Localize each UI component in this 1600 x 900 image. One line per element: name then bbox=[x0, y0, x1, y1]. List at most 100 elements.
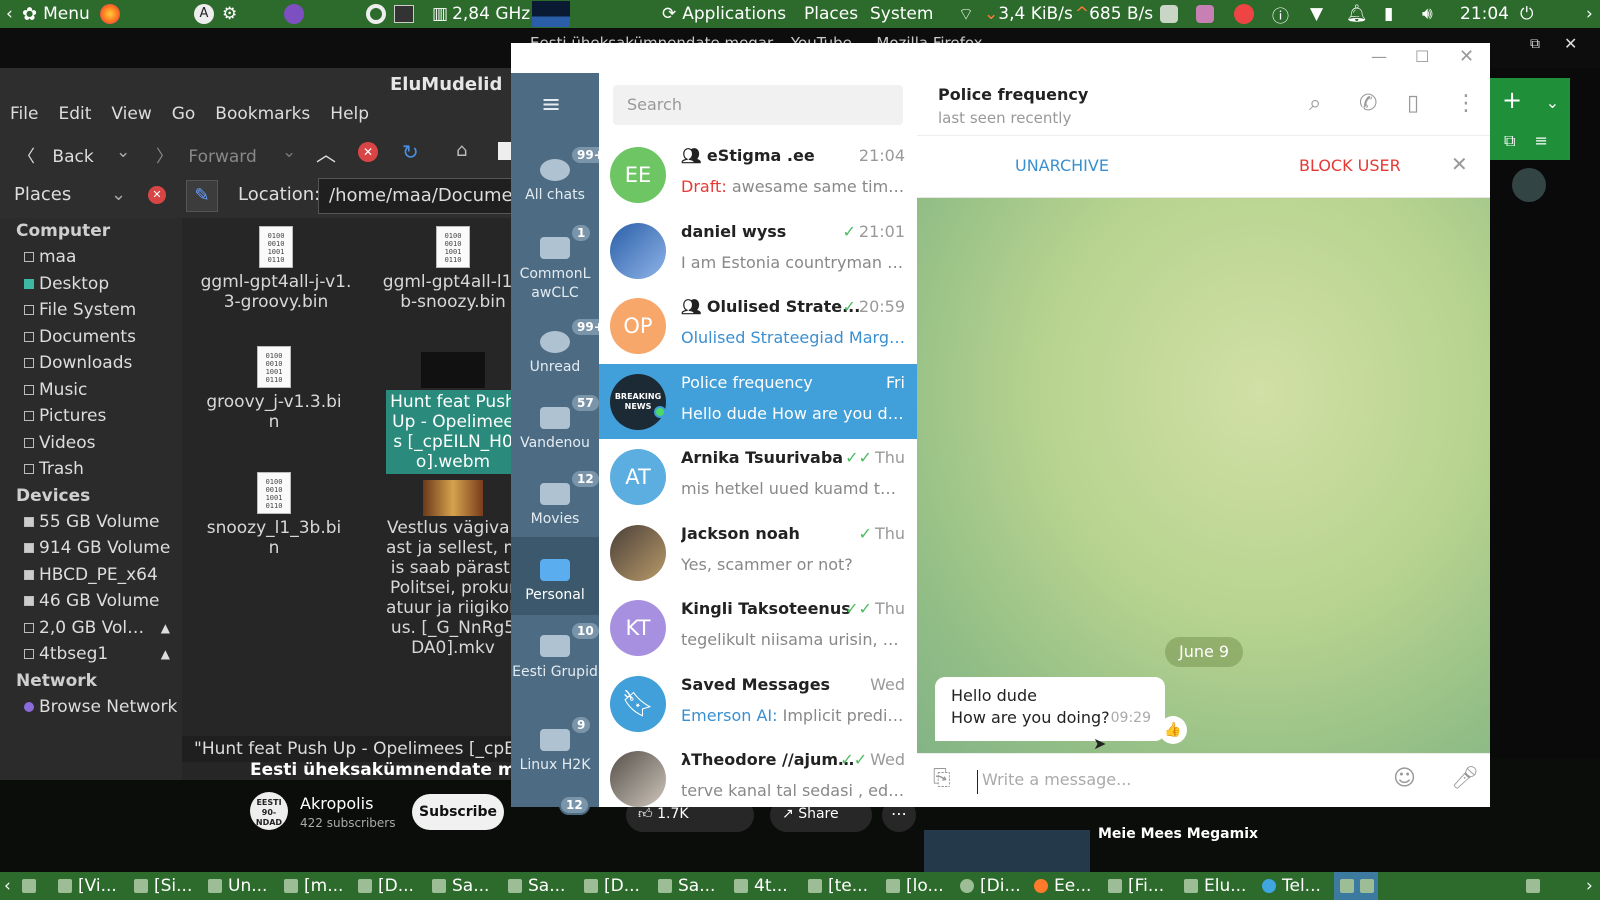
wifi-tray-icon[interactable]: ▼ bbox=[1310, 0, 1323, 28]
taskbar-item[interactable]: [Di... bbox=[960, 872, 1028, 900]
panel-right-arrow[interactable]: › bbox=[1586, 0, 1593, 28]
unarchive-button[interactable]: UNARCHIVE bbox=[1015, 156, 1109, 175]
update-manager-icon[interactable]: A bbox=[194, 0, 214, 28]
settings-gear-icon[interactable]: ⚙ bbox=[222, 0, 237, 28]
up-icon[interactable]: ︿ bbox=[316, 138, 336, 167]
sidebar-item-55gb[interactable]: 55 GB Volume bbox=[0, 509, 182, 536]
home-icon[interactable]: ⌂ bbox=[456, 140, 467, 161]
microphone-icon[interactable]: 🎤︎ bbox=[1451, 766, 1479, 791]
stop-icon[interactable]: ✕ bbox=[358, 142, 378, 162]
edit-location-icon[interactable]: ✎ bbox=[186, 180, 218, 212]
file-item[interactable]: 0100 0010 1001 0110 snoozy_l1_3b.bin bbox=[204, 472, 344, 558]
sidebar-item-maa[interactable]: maa bbox=[0, 244, 182, 271]
eject-icon[interactable]: ▲ bbox=[161, 615, 170, 642]
taskbar-item[interactable]: Sa... bbox=[432, 872, 500, 900]
folder-personal[interactable]: Personal bbox=[511, 537, 599, 615]
trash-applet-icon[interactable] bbox=[1526, 872, 1546, 900]
phone-icon[interactable]: ✆ bbox=[1359, 91, 1377, 116]
search-input[interactable]: Search bbox=[613, 85, 903, 125]
subscribe-button[interactable]: Subscribe bbox=[412, 794, 504, 830]
extensions-icon[interactable]: ⧉ ≡ bbox=[1490, 122, 1570, 160]
menu-file[interactable]: File bbox=[0, 104, 48, 132]
taskbar-item[interactable]: [te... bbox=[808, 872, 880, 900]
hamburger-menu-icon[interactable]: ≡ bbox=[541, 92, 561, 116]
taskbar-item[interactable]: Elu... bbox=[1184, 872, 1256, 900]
add-tab-button[interactable]: + ⌄ bbox=[1490, 78, 1570, 122]
info-tray-icon[interactable]: ⓘ bbox=[1272, 0, 1289, 28]
back-button[interactable]: 〈 Back bbox=[18, 142, 94, 167]
folder-more[interactable]: 12 bbox=[511, 795, 599, 815]
sidebar-item-browse-network[interactable]: Browse Network bbox=[0, 694, 182, 721]
forward-history-chevron-icon[interactable]: ⌄ bbox=[282, 142, 296, 162]
chat-item[interactable]: λTheodore //ajumu... ✓✓ Wed terve kanal t… bbox=[599, 741, 917, 807]
taskbar-item[interactable]: [Fi... bbox=[1108, 872, 1176, 900]
sidebar-item-downloads[interactable]: Downloads bbox=[0, 350, 182, 377]
chat-item[interactable]: EE 👥︎ eStigma .ee 21:04 Draft: awesame s… bbox=[599, 137, 917, 213]
notification-tray-icon[interactable] bbox=[1234, 0, 1254, 28]
sidebar-item-46gb[interactable]: 46 GB Volume bbox=[0, 588, 182, 615]
taskbar-item-telegram[interactable]: Tel... bbox=[1262, 872, 1334, 900]
firefox-launcher-icon[interactable] bbox=[100, 0, 120, 28]
taskbar-item[interactable]: Sa... bbox=[508, 872, 576, 900]
places-dropdown[interactable]: Places ⌄ bbox=[14, 184, 126, 205]
sidebar-item-file-system[interactable]: File System bbox=[0, 297, 182, 324]
firefox-close-icon[interactable]: ✕ bbox=[1564, 34, 1577, 53]
chat-item[interactable]: Jackson noah ✓ Thu Yes, scammer or not? bbox=[599, 515, 917, 591]
folder-movies[interactable]: 12 Movies bbox=[511, 469, 601, 527]
message-bubble[interactable]: Hello dude How are you doing? 09:29 bbox=[935, 677, 1165, 741]
channel-logo[interactable]: EESTI 90-NDAD bbox=[250, 792, 288, 830]
file-item-selected[interactable]: Hunt feat Push Up - Opelimees [_cpEILN_H… bbox=[386, 352, 520, 474]
folder-eesti-grupid[interactable]: 10 Eesti Grupid bbox=[511, 621, 601, 682]
minimize-icon[interactable]: — bbox=[1371, 47, 1387, 66]
taskbar-item[interactable]: [Si... bbox=[134, 872, 202, 900]
eject-icon[interactable]: ▲ bbox=[161, 641, 170, 668]
taskbar-item[interactable]: [D... bbox=[584, 872, 652, 900]
places-menu[interactable]: Places bbox=[804, 0, 858, 28]
file-item[interactable]: 0100 0010 1001 0110 ggml-gpt4all-j-v1.3-… bbox=[196, 226, 356, 312]
taskbar-item[interactable]: Un... bbox=[208, 872, 276, 900]
profile-avatar[interactable] bbox=[1512, 168, 1546, 202]
file-item[interactable]: 0100 0010 1001 0110 groovy_j-v1.3.bin bbox=[204, 346, 344, 432]
taskbar-item[interactable]: Ee... bbox=[1034, 872, 1102, 900]
location-input[interactable]: /home/maa/Documents/EluMudelid bbox=[318, 178, 524, 214]
battery-icon[interactable]: ▮ bbox=[1384, 0, 1393, 28]
taskbar-item[interactable]: 4t... bbox=[734, 872, 802, 900]
sidebar-item-4tbseg1[interactable]: 4tbseg1 ▲ bbox=[0, 641, 182, 668]
taskbar-item[interactable]: [Vi... bbox=[58, 872, 128, 900]
taskbar-left-arrow[interactable]: ‹ bbox=[4, 872, 11, 900]
related-video-thumbnail[interactable] bbox=[924, 830, 1090, 872]
chat-item[interactable]: daniel wyss ✓ 21:01 I am Estonia countrym… bbox=[599, 213, 917, 289]
back-history-chevron-icon[interactable]: ⌄ bbox=[116, 142, 130, 162]
opera-icon[interactable] bbox=[366, 0, 386, 28]
attach-icon[interactable]: ⎘ bbox=[933, 766, 951, 791]
close-sidebar-icon[interactable]: ✕ bbox=[148, 186, 166, 204]
sidebar-item-documents[interactable]: Documents bbox=[0, 324, 182, 351]
menu-bookmarks[interactable]: Bookmarks bbox=[205, 104, 320, 132]
folder-vandenou[interactable]: 57 Vandenou bbox=[511, 393, 601, 451]
related-video-title[interactable]: Meie Mees Megamix bbox=[1098, 826, 1258, 842]
workspace-switcher[interactable] bbox=[1334, 872, 1378, 900]
emoji-icon[interactable]: ☺ bbox=[1393, 766, 1416, 791]
menu-view[interactable]: View bbox=[101, 104, 161, 132]
volume-icon[interactable]: 🔊︎ bbox=[1422, 0, 1433, 28]
menu-help[interactable]: Help bbox=[320, 104, 379, 132]
sidebar-item-trash[interactable]: Trash bbox=[0, 456, 182, 483]
folder-commonlawclc[interactable]: 1 CommonLawCLC bbox=[511, 223, 599, 303]
clock[interactable]: 21:04 bbox=[1460, 0, 1509, 28]
close-bar-icon[interactable]: ✕ bbox=[1451, 152, 1468, 176]
forward-button[interactable]: 〉 Forward bbox=[156, 142, 257, 167]
sidebar-item-videos[interactable]: Videos bbox=[0, 430, 182, 457]
panel-left-arrow[interactable]: ‹ bbox=[6, 0, 13, 28]
menu-go[interactable]: Go bbox=[162, 104, 206, 132]
maximize-icon[interactable]: ☐ bbox=[1415, 47, 1429, 66]
chat-item[interactable]: AT Arnika Tsuurivaba ✓✓ Thu mis hetkel uu… bbox=[599, 439, 917, 515]
taskbar-item[interactable]: [lo... bbox=[886, 872, 954, 900]
applications-menu[interactable]: ⟳ Applications bbox=[662, 0, 786, 28]
tray-app-icon[interactable] bbox=[1196, 0, 1218, 28]
computer-icon[interactable] bbox=[498, 142, 512, 160]
sidebar-item-914gb[interactable]: 914 GB Volume bbox=[0, 535, 182, 562]
power-icon[interactable]: ⏻ bbox=[1520, 0, 1533, 28]
taskbar-item[interactable]: Sa... bbox=[658, 872, 726, 900]
taskbar-right-arrow[interactable]: › bbox=[1586, 872, 1593, 900]
bell-icon[interactable]: 🔔︎ bbox=[1346, 0, 1368, 28]
